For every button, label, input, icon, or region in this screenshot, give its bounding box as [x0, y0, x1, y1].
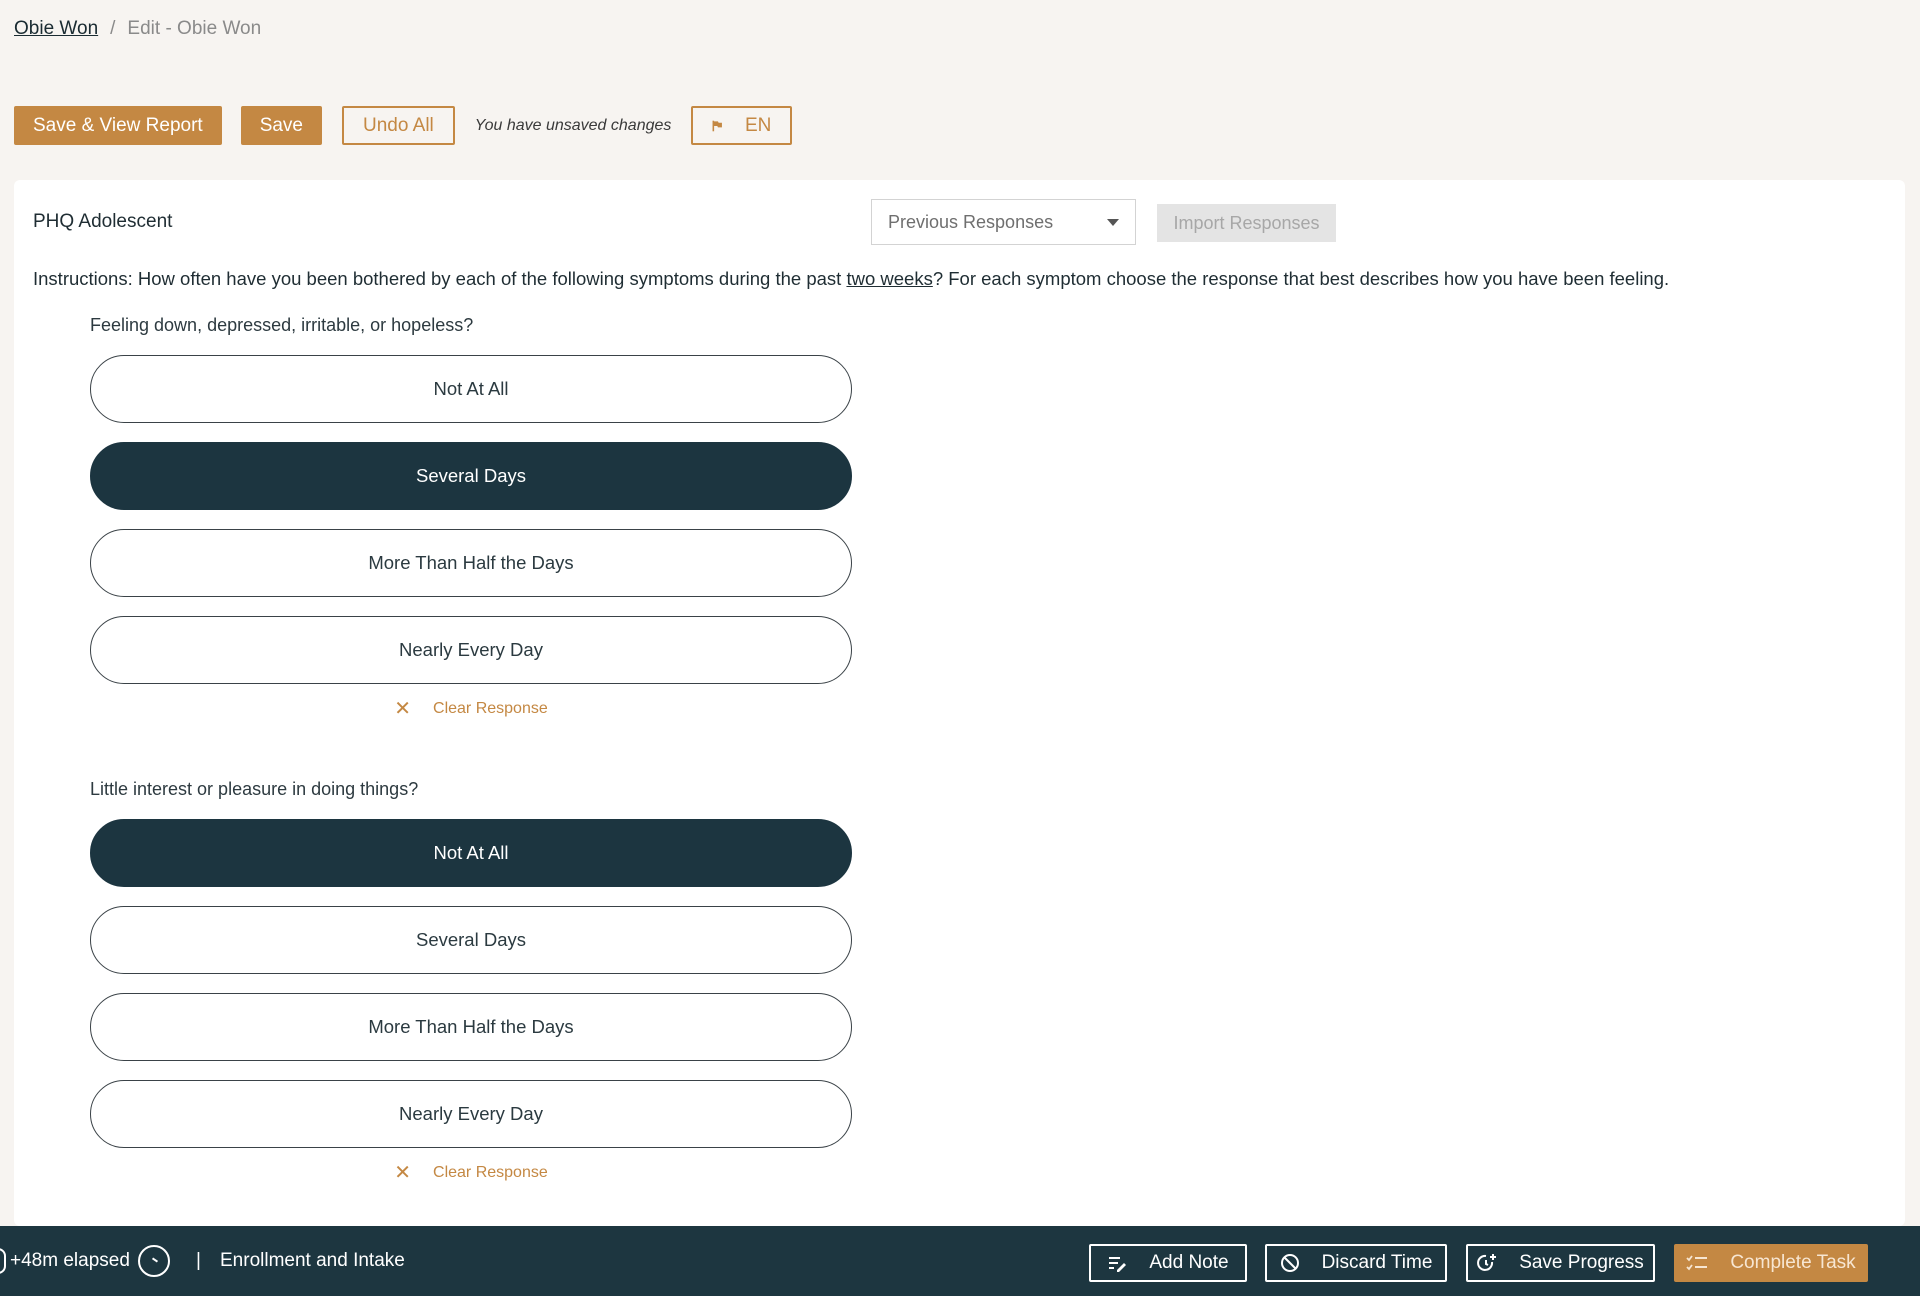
language-label: EN [744, 114, 772, 136]
discard-time-button[interactable]: Discard Time [1265, 1244, 1447, 1282]
checklist-icon [1686, 1255, 1708, 1271]
unsaved-changes-text: You have unsaved changes [474, 116, 672, 134]
workflow-name: Enrollment and Intake [220, 1250, 405, 1271]
question-text: Little interest or pleasure in doing thi… [90, 779, 419, 799]
breadcrumb-separator: / [110, 18, 116, 39]
instructions-text-start: Instructions: How often have you been bo… [33, 268, 847, 289]
assessment-card: PHQ Adolescent Previous Responses Import… [14, 180, 1905, 1226]
previous-responses-select[interactable]: Previous Responses [871, 199, 1136, 245]
complete-task-label: Complete Task [1730, 1252, 1856, 1273]
assessment-title: PHQ Adolescent [33, 211, 173, 232]
clock-plus-icon [1477, 1254, 1497, 1271]
answer-options: Not At All Several Days More Than Half t… [90, 355, 852, 684]
clear-response-label: Clear Response [433, 700, 548, 717]
discard-time-label: Discard Time [1321, 1252, 1433, 1273]
save-progress-button[interactable]: Save Progress [1466, 1244, 1655, 1282]
clock-icon[interactable] [138, 1245, 170, 1277]
option-more-than-half[interactable]: More Than Half the Days [90, 529, 852, 597]
close-icon: ✕ [394, 698, 412, 720]
save-button[interactable]: Save [240, 106, 322, 145]
breadcrumb-current: Edit - Obie Won [127, 18, 262, 39]
save-view-report-button[interactable]: Save & View Report [14, 106, 222, 145]
import-responses-button[interactable]: Import Responses [1157, 204, 1336, 242]
flag-icon [712, 120, 723, 131]
task-footer-bar: +48m elapsed | Enrollment and Intake Add… [0, 1226, 1920, 1296]
prohibited-icon [1280, 1254, 1299, 1272]
undo-all-button[interactable]: Undo All [342, 106, 455, 145]
option-more-than-half[interactable]: More Than Half the Days [90, 993, 852, 1061]
instructions-text-end: ? For each symptom choose the response t… [932, 268, 1670, 289]
option-several-days[interactable]: Several Days [90, 906, 852, 974]
breadcrumb: Obie Won / Edit - Obie Won [14, 18, 261, 40]
clear-response-button[interactable]: ✕ Clear Response [90, 1163, 852, 1183]
save-progress-label: Save Progress [1519, 1252, 1644, 1273]
close-icon: ✕ [394, 1162, 412, 1184]
question-1: Feeling down, depressed, irritable, or h… [90, 315, 852, 719]
option-nearly-every-day[interactable]: Nearly Every Day [90, 616, 852, 684]
option-nearly-every-day[interactable]: Nearly Every Day [90, 1080, 852, 1148]
option-not-at-all[interactable]: Not At All [90, 819, 852, 887]
question-text: Feeling down, depressed, irritable, or h… [90, 315, 474, 335]
note-edit-icon [1109, 1257, 1127, 1272]
breadcrumb-patient-link[interactable]: Obie Won [14, 18, 98, 40]
status-indicator [0, 1248, 6, 1274]
clear-response-label: Clear Response [433, 1164, 548, 1181]
add-note-button[interactable]: Add Note [1089, 1244, 1247, 1282]
previous-responses-value: Previous Responses [888, 211, 1054, 232]
option-several-days[interactable]: Several Days [90, 442, 852, 510]
answer-options: Not At All Several Days More Than Half t… [90, 819, 852, 1148]
footer-separator: | [196, 1250, 201, 1271]
language-button[interactable]: EN [691, 106, 793, 145]
elapsed-time: +48m elapsed [10, 1250, 130, 1271]
toolbar: Save & View Report Save Undo All You hav… [14, 106, 793, 145]
chevron-down-icon [1107, 218, 1119, 226]
question-2: Little interest or pleasure in doing thi… [90, 779, 852, 1183]
instructions: Instructions: How often have you been bo… [33, 268, 1669, 290]
complete-task-button[interactable]: Complete Task [1674, 1244, 1868, 1282]
clear-response-button[interactable]: ✕ Clear Response [90, 699, 852, 719]
option-not-at-all[interactable]: Not At All [90, 355, 852, 423]
instructions-two-weeks: two weeks [846, 268, 933, 289]
add-note-label: Add Note [1149, 1252, 1229, 1273]
